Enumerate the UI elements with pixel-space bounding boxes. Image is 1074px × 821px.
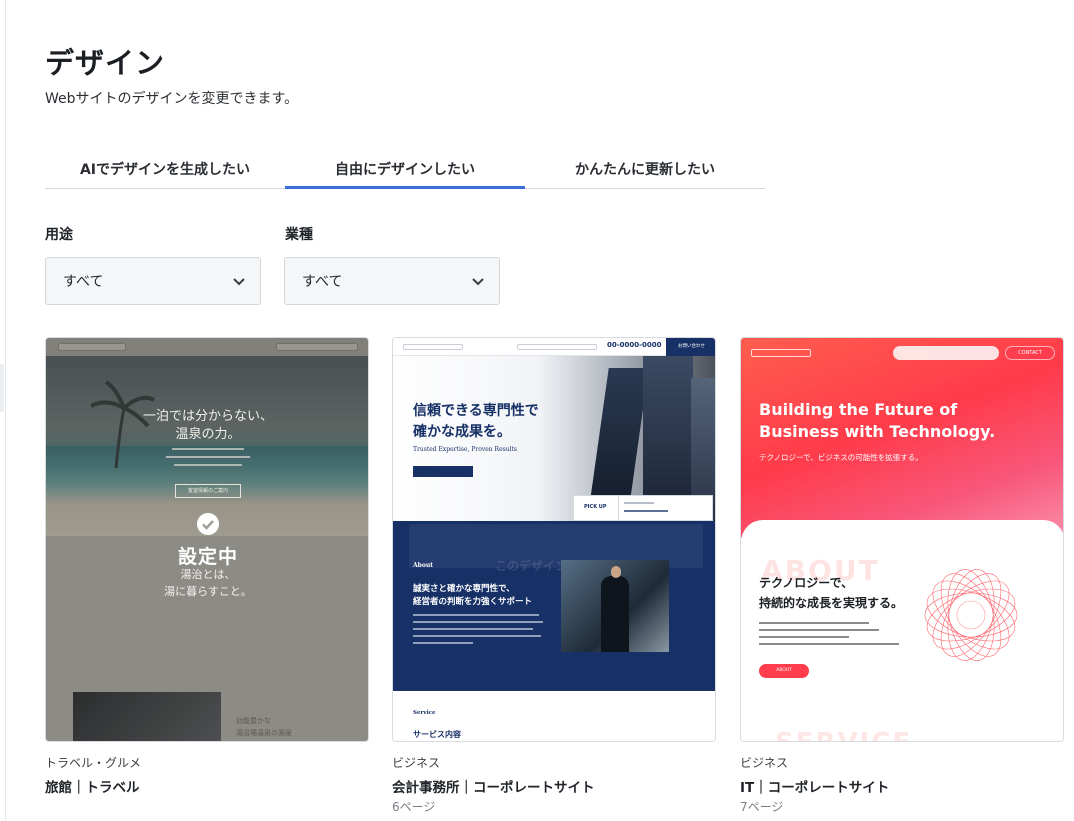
preview-text-line — [174, 464, 242, 466]
preview-section-heading-1: 湯治とは、 — [180, 568, 236, 581]
template-thumbnail-accounting[interactable]: 00-0000-0000 お問い合わせ 信頼できる専門性で 確かな成果を。 Tr… — [392, 337, 716, 742]
preview-headline-1: 一泊では分からない、 — [142, 409, 273, 424]
preview-subheadline: テクノロジーで、ビジネスの可能性を拡張する。 — [759, 453, 923, 462]
preview-logo-pill — [751, 349, 811, 357]
template-card-it: CONTACT Building the Future of Business … — [740, 337, 1064, 814]
preview-text-line — [759, 636, 849, 638]
preview-headline-2: 温泉の力。 — [175, 427, 241, 442]
preview-headline-2: 確かな成果を。 — [413, 424, 511, 440]
card-category: トラベル・グルメ — [45, 756, 142, 770]
page-title: デザイン — [45, 46, 166, 80]
preview-about-heading-2: 経営者の判断を力強くサポート — [413, 597, 533, 607]
preview-onsen-image — [73, 692, 221, 741]
preview-text-line — [759, 622, 869, 624]
preview-feature-2: 湯治場温泉の源泉 — [236, 729, 292, 737]
preview-person-head — [611, 566, 621, 578]
industry-select-value: すべて — [302, 274, 343, 290]
tab-easy-update[interactable]: かんたんに更新したい — [525, 150, 765, 188]
industry-select[interactable]: すべて — [284, 257, 500, 305]
card-title: 会計事務所｜コーポレートサイト — [392, 780, 595, 796]
preview-search-pill — [517, 344, 597, 350]
chevron-down-icon — [472, 278, 484, 286]
preview-contact-label: CONTACT — [1018, 350, 1042, 356]
tab-ai-generate[interactable]: AIでデザインを生成したい — [45, 150, 285, 188]
preview-pickup-divider — [618, 496, 619, 520]
preview-text-line — [759, 629, 879, 631]
design-mode-tabs: AIでデザインを生成したい 自由にデザインしたい かんたんに更新したい — [45, 150, 765, 189]
industry-filter-label: 業種 — [285, 227, 313, 243]
preview-about-heading-1: 誠実さと確かな専門性で、 — [413, 584, 515, 594]
preview-text-line — [142, 624, 274, 627]
card-page-count: 7ページ — [740, 800, 784, 814]
preview-text-line — [413, 635, 541, 637]
preview-text-line — [158, 606, 258, 609]
preview-person-silhouette — [601, 576, 629, 652]
preview-service-heading: サービス内容 — [413, 729, 461, 739]
chevron-down-icon — [233, 278, 245, 286]
preview-hover-label: このデザイン — [495, 559, 568, 573]
preview-section-heading-2: 湯に暮らすこと。 — [164, 585, 252, 598]
rail-scroll-marker — [0, 364, 4, 412]
preview-search-pill — [893, 346, 999, 360]
preview-about-heading-1: テクノロジーで、 — [759, 576, 854, 590]
preview-text-line — [624, 502, 654, 504]
purpose-select-value: すべて — [63, 274, 104, 290]
preview-text-line — [146, 615, 270, 618]
card-page-count: 6ページ — [392, 800, 436, 814]
check-circle-icon — [197, 513, 219, 535]
preview-headline-1: Building the Future of — [759, 400, 958, 419]
preview-text-line — [413, 642, 473, 644]
preview-contact-button: お問い合わせ — [666, 338, 715, 356]
preview-hero-button — [413, 466, 473, 477]
template-thumbnail-it[interactable]: CONTACT Building the Future of Business … — [740, 337, 1064, 742]
preview-pickup-box: PICK UP — [573, 495, 713, 521]
preview-service-label: Service — [413, 710, 436, 716]
card-category: ビジネス — [392, 756, 441, 770]
current-design-badge: 設定中 — [177, 546, 238, 568]
preview-contact-label: お問い合わせ — [678, 344, 705, 349]
preview-pickup-label: PICK UP — [584, 504, 607, 510]
template-thumbnail-ryokan[interactable]: 一泊では分からない、 温泉の力。 客室情報のご案内 設定中 湯治とは、 湯に暮ら… — [45, 337, 369, 742]
purpose-select[interactable]: すべて — [45, 257, 261, 305]
template-card-ryokan: 一泊では分からない、 温泉の力。 客室情報のご案内 設定中 湯治とは、 湯に暮ら… — [45, 337, 369, 796]
preview-text-line — [413, 628, 533, 630]
preview-logo-pill — [403, 344, 463, 350]
tab-free-design[interactable]: 自由にデザインしたい — [285, 150, 525, 189]
page-subtitle: Webサイトのデザインを変更できます。 — [45, 91, 299, 107]
card-title: 旅館｜トラベル — [45, 780, 140, 796]
preview-headline-1: 信頼できる専門性で — [413, 403, 539, 419]
preview-text-line — [172, 448, 244, 450]
preview-text-line — [166, 456, 250, 458]
preview-text-line — [124, 651, 292, 654]
preview-cta-button: 客室情報のご案内 — [175, 484, 241, 498]
preview-service-watermark: SERVICE — [775, 728, 912, 741]
preview-text-line — [152, 633, 264, 636]
preview-feature-1: 効能豊かな — [236, 717, 271, 725]
preview-about-button-label: ABOUT — [776, 668, 792, 673]
preview-text-line — [413, 621, 543, 623]
card-category: ビジネス — [740, 756, 789, 770]
purpose-filter-label: 用途 — [45, 227, 73, 243]
preview-tagline: Trusted Expertise, Proven Results — [413, 446, 517, 453]
preview-divider — [68, 669, 348, 670]
spiral-graphic — [924, 569, 1018, 661]
preview-businessman-image — [561, 560, 669, 652]
preview-about-heading-2: 持続的な成長を実現する。 — [759, 596, 904, 610]
preview-text-line — [759, 643, 899, 645]
current-design-overlay — [46, 338, 368, 741]
preview-contact-button: CONTACT — [1005, 346, 1055, 360]
preview-text-line — [413, 614, 539, 616]
preview-text-line — [624, 510, 668, 512]
template-card-accounting: 00-0000-0000 お問い合わせ 信頼できる専門性で 確かな成果を。 Tr… — [392, 337, 716, 814]
preview-text-line — [104, 642, 312, 645]
card-title: IT｜コーポレートサイト — [740, 780, 890, 796]
preview-phone: 00-0000-0000 — [607, 341, 662, 349]
preview-headline-2: Business with Technology. — [759, 422, 996, 441]
preview-about-button: ABOUT — [759, 664, 809, 678]
